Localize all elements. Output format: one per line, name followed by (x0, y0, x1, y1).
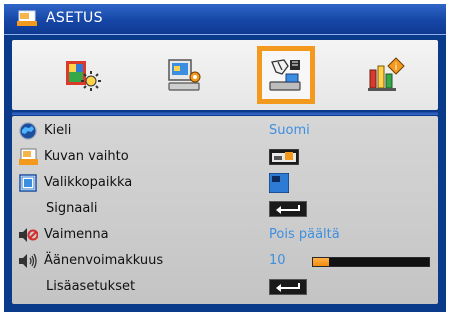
advanced-enter-icon[interactable] (269, 279, 307, 295)
svg-text:i: i (395, 62, 398, 73)
row-label-advanced: Lisäasetukset (46, 279, 136, 294)
row-signal[interactable]: Signaali (12, 198, 438, 220)
row-label-projection: Kuvan vaihto (44, 149, 129, 164)
globe-icon (18, 121, 38, 141)
image-settings-icon (64, 57, 102, 93)
menu-tabs: i (12, 40, 438, 110)
volume-slider-fill (313, 258, 330, 266)
volume-icon (18, 251, 38, 271)
row-mute[interactable]: Vaimenna Pois päältä (12, 224, 438, 246)
projection-icon (18, 147, 38, 167)
row-label-mute: Vaimenna (44, 227, 109, 242)
row-label-signal: Signaali (46, 201, 98, 216)
row-language[interactable]: Kieli Suomi (12, 120, 438, 142)
setup-title-icon (17, 10, 37, 27)
row-projection[interactable]: Kuvan vaihto (12, 146, 438, 168)
row-volume[interactable]: Äänenvoimakkuus 10 (12, 250, 438, 272)
menu-location-icon (18, 173, 38, 193)
menu-title: ASETUS (46, 10, 103, 26)
osd-menu: ASETUS i Kieli Suomi Kuvan vaihto Valikk… (4, 4, 446, 312)
tab-options[interactable]: i (357, 46, 415, 104)
mute-value[interactable]: Pois päältä (269, 227, 340, 242)
display-settings-icon (167, 57, 205, 93)
separator (12, 112, 438, 115)
menu-location-selected-icon[interactable] (268, 172, 290, 194)
options-icon: i (366, 56, 406, 94)
tab-setup[interactable] (257, 46, 315, 104)
language-value[interactable]: Suomi (269, 123, 310, 138)
row-label-volume: Äänenvoimakkuus (44, 253, 164, 268)
projection-mode-icon[interactable] (268, 148, 300, 166)
volume-value: 10 (269, 253, 286, 268)
row-label-menu-location: Valikkopaikka (44, 175, 133, 190)
signal-enter-icon[interactable] (269, 201, 307, 217)
mute-icon (18, 225, 38, 245)
volume-slider[interactable] (312, 257, 430, 267)
row-menu-location[interactable]: Valikkopaikka (12, 172, 438, 194)
tab-display[interactable] (157, 46, 215, 104)
title-bar: ASETUS (4, 4, 446, 35)
tab-image[interactable] (54, 46, 112, 104)
settings-list: Kieli Suomi Kuvan vaihto Valikkopaikka S… (12, 116, 438, 304)
row-label-language: Kieli (44, 123, 72, 138)
row-advanced[interactable]: Lisäasetukset (12, 276, 438, 298)
setup-icon (266, 56, 306, 94)
